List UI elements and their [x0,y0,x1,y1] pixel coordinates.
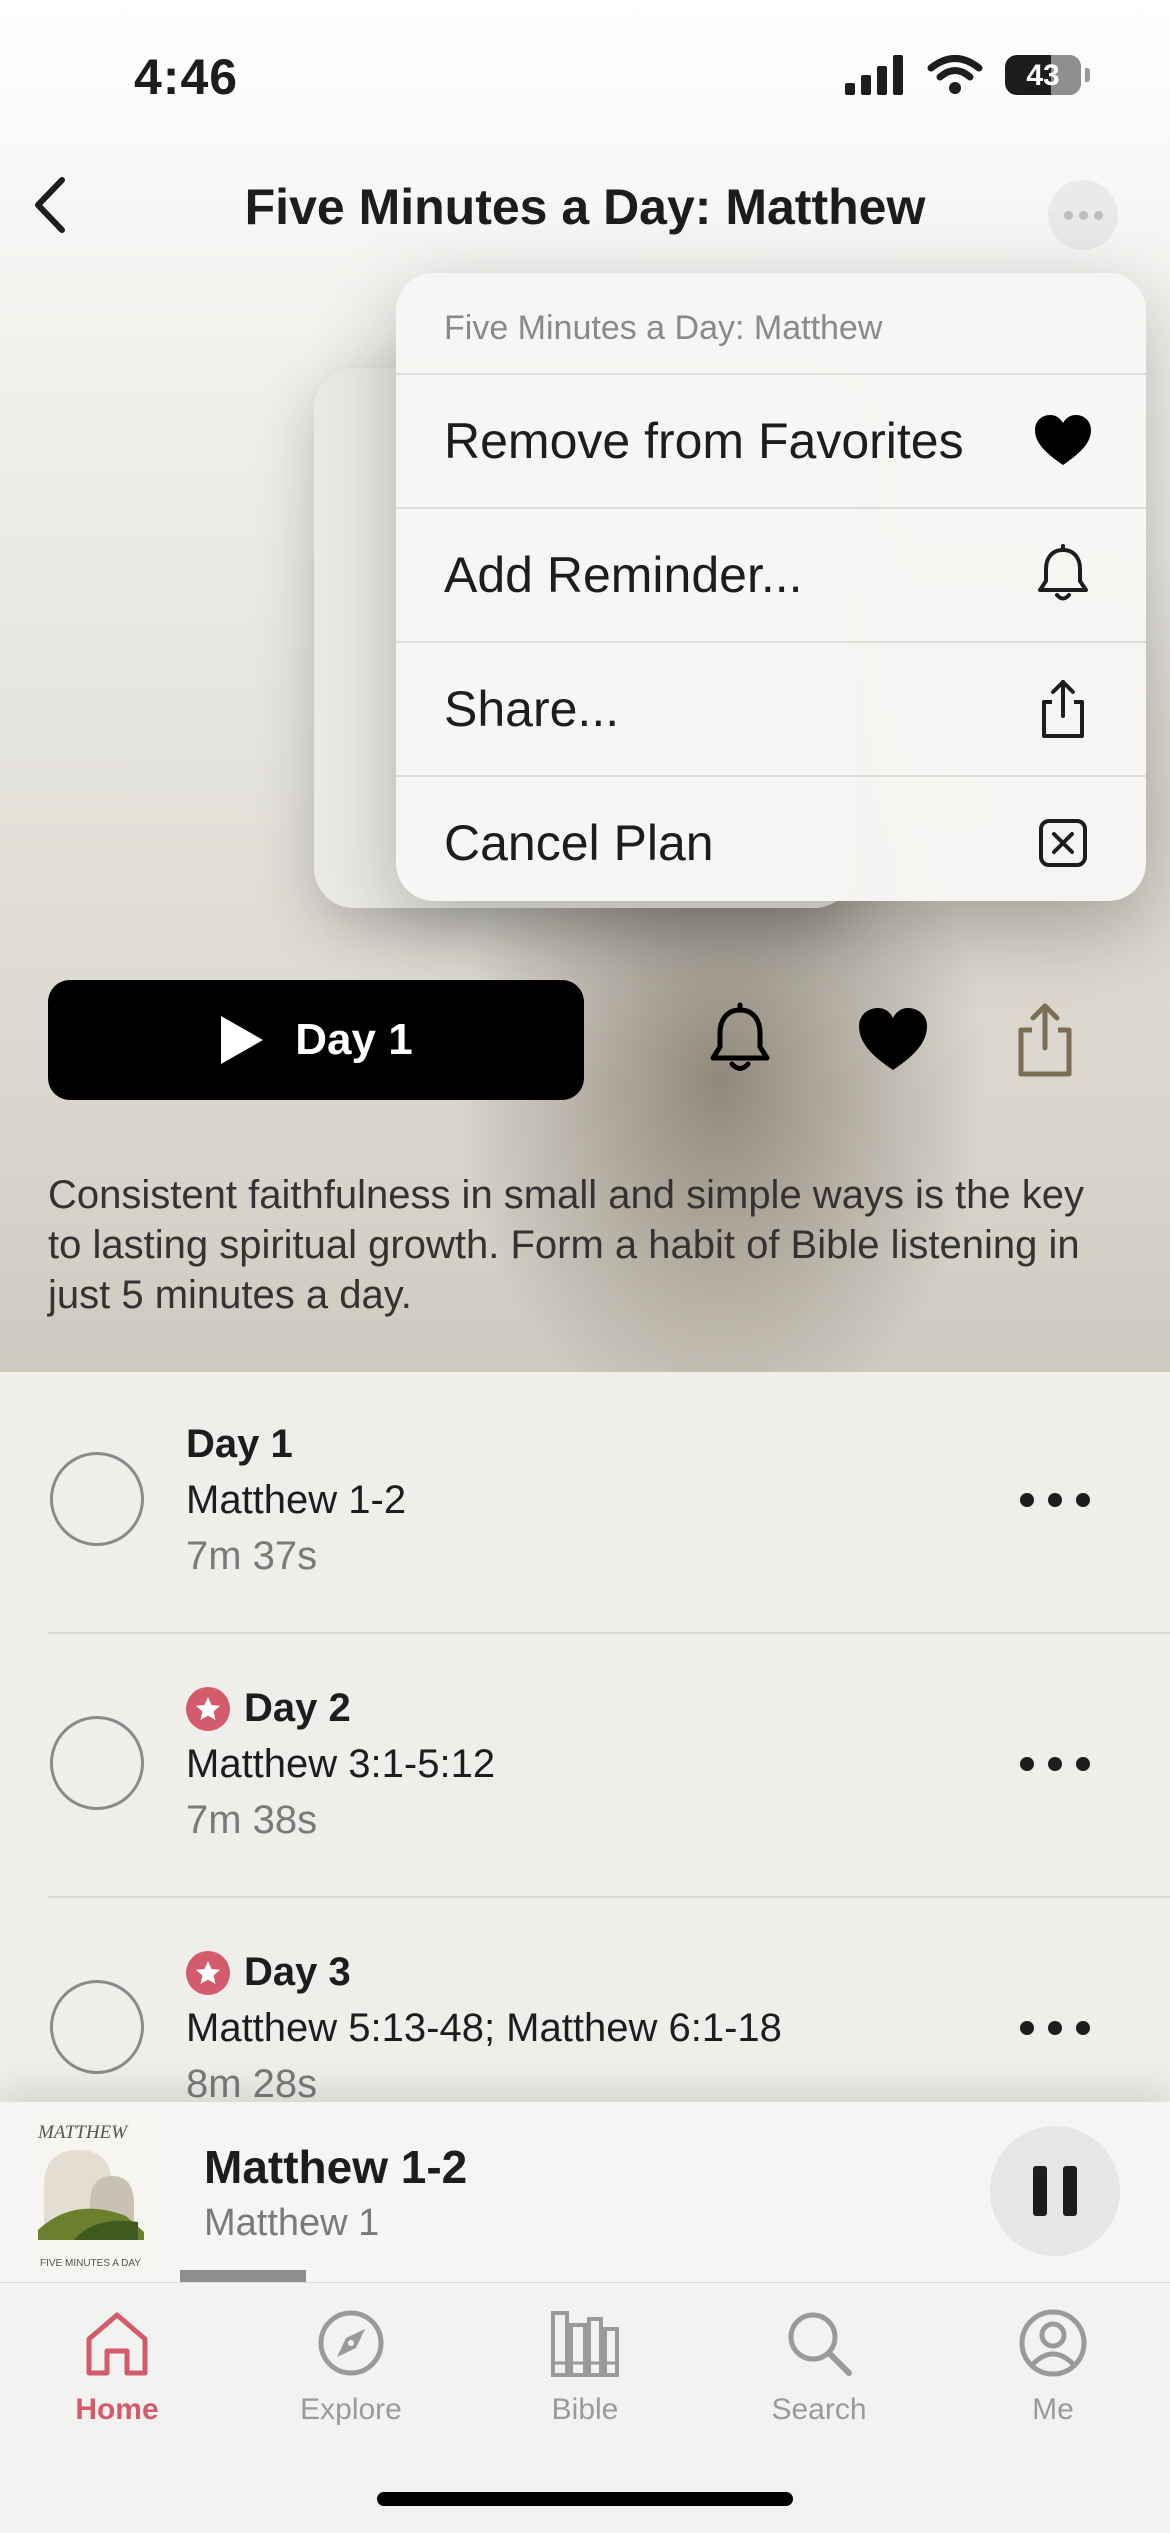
page-title: Five Minutes a Day: Matthew [244,179,926,235]
share-icon [1042,680,1084,738]
mini-player-artwork: MATTHEW FIVE MINUTES A DAY [34,2112,154,2272]
play-icon [221,1016,264,1064]
tab-label: Search [771,2393,867,2426]
menu-item-share[interactable]: Share... [396,643,1146,777]
heart-filled-icon[interactable] [853,1000,933,1080]
x-square-icon [1039,819,1087,867]
completion-circle[interactable] [50,1716,144,1810]
tab-search[interactable]: Search [702,2303,936,2427]
mini-player[interactable]: MATTHEW FIVE MINUTES A DAY Matthew 1-2 M… [0,2102,1170,2282]
day-reference: Matthew 3:1-5:12 [186,1742,496,1786]
completion-circle[interactable] [50,1452,144,1546]
day-reference: Matthew 1-2 [186,1478,407,1522]
day-label: Day 2 [244,1686,351,1730]
now-playing-title: Matthew 1-2 [204,2141,468,2193]
menu-item-remove-favorite[interactable]: Remove from Favorites [396,375,1146,509]
play-day-button[interactable]: Day 1 [48,980,584,1100]
day-reference: Matthew 5:13-48; Matthew 6:1-18 [186,2006,782,2050]
now-playing-subtitle: Matthew 1 [204,2202,380,2244]
menu-item-label: Cancel Plan [444,815,714,871]
row-divider [48,1632,1170,1634]
more-options-button[interactable] [1048,180,1118,250]
menu-item-label: Share... [444,681,620,737]
battery-level: 43 [1026,59,1060,92]
row-divider [48,1896,1170,1898]
star-badge-icon [186,1686,230,1731]
bell-icon[interactable] [700,1000,780,1080]
battery-tip [1085,68,1090,82]
wifi-icon [927,55,983,94]
menu-item-label: Remove from Favorites [444,413,964,469]
heart-filled-icon [1035,415,1091,465]
day-duration: 7m 38s [186,1798,318,1842]
plan-day-row[interactable]: Day 2 Matthew 3:1-5:12 7m 38s [0,1636,1170,1900]
day-more-button[interactable] [1020,2018,1090,2038]
status-icons: 43 [845,55,1090,95]
books-icon [551,2311,619,2377]
day-title: Day 2 [186,1686,351,1731]
search-icon [788,2312,852,2376]
plan-day-row[interactable]: Day 1 Matthew 1-2 7m 37s [0,1372,1170,1636]
tab-home[interactable]: Home [0,2303,234,2427]
day-title: Day 3 [186,1950,351,1995]
plan-description: Consistent faithfulness in small and sim… [48,1173,1085,1317]
day-duration: 7m 37s [186,1534,318,1578]
tab-me[interactable]: Me [936,2303,1170,2427]
tab-label: Explore [300,2393,402,2426]
day-label: Day 1 [186,1422,293,1466]
status-time: 4:46 [134,49,239,105]
day-more-button[interactable] [1020,1490,1090,1510]
tab-label: Home [75,2393,159,2426]
play-button-label: Day 1 [295,1015,413,1064]
star-badge-icon [186,1950,230,1995]
share-icon[interactable] [1005,1000,1085,1080]
context-menu: Five Minutes a Day: Matthew Remove from … [396,273,1146,901]
menu-item-add-reminder[interactable]: Add Reminder... [396,509,1146,643]
home-indicator [377,2492,793,2506]
context-menu-header: Five Minutes a Day: Matthew [396,273,1146,375]
day-more-button[interactable] [1020,1754,1090,1774]
home-icon [86,2312,148,2376]
tab-label: Bible [551,2393,619,2426]
tab-bible[interactable]: Bible [468,2303,702,2427]
bell-icon [1038,544,1088,601]
playback-progress [180,2270,306,2282]
cellular-signal-icon [845,55,903,95]
compass-icon [318,2310,384,2376]
artwork-caption: FIVE MINUTES A DAY [40,2258,141,2269]
day-label: Day 3 [244,1950,351,1994]
artwork-title: MATTHEW [37,2122,129,2143]
menu-item-label: Add Reminder... [444,547,803,603]
day-duration: 8m 28s [186,2062,318,2106]
tab-explore[interactable]: Explore [234,2303,468,2427]
day-title: Day 1 [186,1422,293,1467]
battery-icon: 43 [1005,55,1081,95]
person-circle-icon [1019,2309,1087,2377]
menu-item-cancel-plan[interactable]: Cancel Plan [396,777,1146,901]
completion-circle[interactable] [50,1980,144,2074]
pause-button[interactable] [990,2126,1120,2256]
tab-label: Me [1032,2393,1074,2426]
